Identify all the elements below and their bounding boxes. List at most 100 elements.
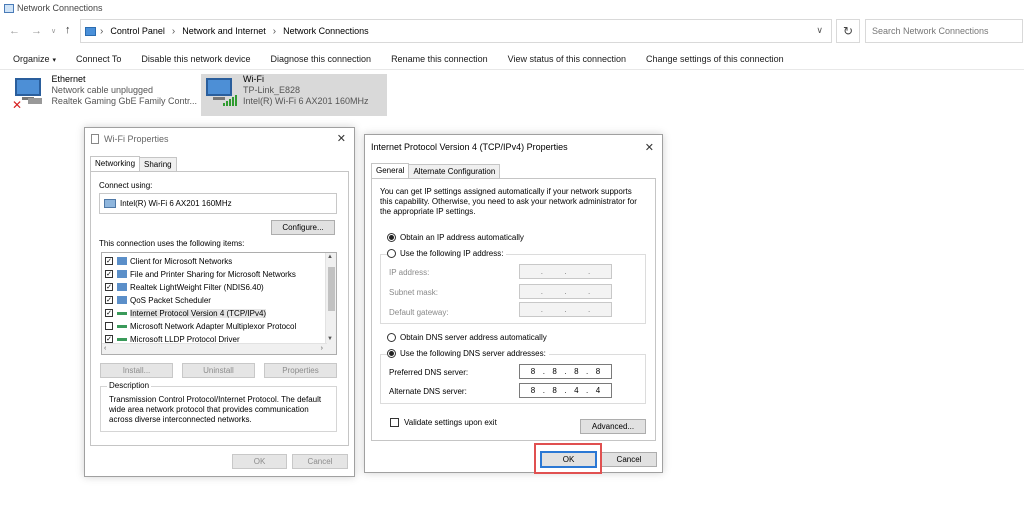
list-item[interactable]: ✓ QoS Packet Scheduler [105, 294, 211, 306]
wifi-cancel-button[interactable]: Cancel [292, 454, 348, 469]
advanced-button[interactable]: Advanced... [580, 419, 646, 434]
uninstall-button[interactable]: Uninstall [182, 363, 255, 378]
checkbox[interactable]: ✓ [105, 270, 113, 278]
vertical-scrollbar[interactable]: ▲ ▼ [325, 253, 336, 354]
list-item[interactable]: ✓ File and Printer Sharing for Microsoft… [105, 268, 296, 280]
connection-items-list[interactable]: ✓ Client for Microsoft Networks ✓ File a… [101, 252, 337, 355]
network-protocol-icon [117, 324, 127, 328]
connection-ethernet[interactable]: ✕ Ethernet Network cable unplugged Realt… [12, 74, 197, 116]
refresh-icon: ↻ [842, 24, 854, 38]
connection-name: Ethernet [51, 74, 86, 84]
network-service-icon [117, 296, 127, 304]
tab-alternate-configuration[interactable]: Alternate Configuration [408, 164, 501, 178]
install-button[interactable]: Install... [100, 363, 173, 378]
list-item[interactable]: ✓ Internet Protocol Version 4 (TCP/IPv4) [105, 307, 267, 319]
connection-status: TP-Link_E828 [243, 85, 301, 95]
breadcrumb-network-connections[interactable]: Network Connections [283, 26, 369, 36]
intro-text: You can get IP settings assigned automat… [380, 187, 637, 216]
description-label: Description [107, 381, 152, 390]
default-gateway-field: ... [519, 302, 612, 317]
ipv4-cancel-button[interactable]: Cancel [601, 452, 657, 467]
connection-adapter: Realtek Gaming GbE Family Contr... [51, 96, 197, 106]
scroll-down-icon[interactable]: ▼ [327, 336, 333, 342]
window-title-bar: Network Connections [0, 0, 1024, 16]
tab-general[interactable]: General [371, 163, 410, 178]
network-service-icon [117, 270, 127, 278]
connection-name: Wi-Fi [243, 74, 264, 84]
diagnose-button[interactable]: Diagnose this connection [270, 54, 371, 64]
chevron-down-icon: ▾ [52, 56, 57, 64]
obtain-dns-auto-radio[interactable]: Obtain DNS server address automatically [387, 333, 547, 342]
checkbox[interactable] [105, 322, 113, 330]
ok-highlight-frame [534, 443, 602, 474]
wifi-ok-button[interactable]: OK [232, 454, 287, 469]
close-icon[interactable]: ✕ [337, 132, 346, 145]
properties-button[interactable]: Properties [264, 363, 337, 378]
chevron-right-icon: › [100, 25, 104, 37]
dialog-title: Wi-Fi Properties [104, 134, 169, 144]
dialog-title-bar: Wi-Fi Properties ✕ [85, 128, 354, 150]
checkbox[interactable]: ✓ [105, 283, 113, 291]
connection-status: Network cable unplugged [51, 85, 154, 95]
disable-device-button[interactable]: Disable this network device [141, 54, 250, 64]
checkbox[interactable]: ✓ [105, 296, 113, 304]
subnet-mask-label: Subnet mask: [389, 288, 438, 297]
organize-menu[interactable]: Organize ▾ [13, 54, 56, 64]
list-item[interactable]: ✓ Client for Microsoft Networks [105, 255, 232, 267]
network-protocol-icon [117, 337, 127, 341]
tab-networking[interactable]: Networking [90, 156, 141, 171]
change-settings-button[interactable]: Change settings of this connection [646, 54, 784, 64]
subnet-mask-field: ... [519, 284, 612, 299]
validate-settings-checkbox[interactable]: Validate settings upon exit [390, 418, 497, 427]
ipv4-props-tabs: General Alternate Configuration [371, 163, 501, 179]
scroll-left-icon[interactable]: ‹ [104, 345, 106, 352]
use-following-ip-radio[interactable]: Use the following IP address: [387, 249, 507, 258]
preferred-dns-field[interactable]: 8. 8. 8. 8 [519, 364, 612, 379]
tab-sharing[interactable]: Sharing [139, 157, 177, 171]
wifi-properties-icon [91, 134, 99, 144]
ip-address-field: ... [519, 264, 612, 279]
scroll-thumb[interactable] [328, 267, 335, 311]
command-bar: Organize ▾ Connect To Disable this networ… [0, 48, 1024, 70]
breadcrumb-control-panel[interactable]: Control Panel [110, 26, 165, 36]
up-arrow-icon[interactable]: ↑ [65, 24, 71, 36]
network-service-icon [117, 283, 127, 291]
list-item[interactable]: Microsoft Network Adapter Multiplexor Pr… [105, 320, 296, 332]
breadcrumb-network-and-internet[interactable]: Network and Internet [182, 26, 266, 36]
obtain-ip-auto-radio[interactable]: Obtain an IP address automatically [387, 233, 524, 242]
connection-wifi[interactable]: Wi-Fi TP-Link_E828 Intel(R) Wi-Fi 6 AX20… [201, 74, 387, 116]
wifi-props-tabs: Networking Sharing [90, 156, 177, 172]
wifi-icon [203, 74, 239, 110]
disconnected-x-icon: ✕ [12, 98, 23, 112]
chevron-right-icon: › [171, 25, 176, 37]
alternate-dns-field[interactable]: 8. 8. 4. 4 [519, 383, 612, 398]
items-label: This connection uses the following items… [99, 239, 245, 248]
recent-locations-chevron-icon[interactable]: ∨ [51, 27, 56, 35]
use-following-dns-radio[interactable]: Use the following DNS server addresses: [387, 349, 549, 358]
back-arrow-icon[interactable]: ← [9, 25, 20, 37]
list-item[interactable]: ✓ Realtek LightWeight Filter (NDIS6.40) [105, 281, 264, 293]
checkbox[interactable]: ✓ [105, 309, 113, 317]
search-input[interactable]: Search Network Connections [865, 19, 1023, 43]
address-bar[interactable]: › Control Panel › Network and Internet ›… [80, 19, 832, 43]
checkbox[interactable]: ✓ [105, 335, 113, 343]
scroll-up-icon[interactable]: ▲ [327, 254, 333, 260]
description-text: Transmission Control Protocol/Internet P… [109, 395, 322, 424]
forward-arrow-icon[interactable]: → [31, 25, 42, 37]
connect-to-button[interactable]: Connect To [76, 54, 121, 64]
view-status-button[interactable]: View status of this connection [508, 54, 626, 64]
horizontal-scrollbar[interactable]: ‹ › [102, 343, 327, 354]
control-panel-icon [85, 26, 96, 36]
close-icon[interactable]: ✕ [645, 141, 654, 154]
window-title: Network Connections [17, 3, 103, 13]
rename-button[interactable]: Rename this connection [391, 54, 488, 64]
dialog-title-bar: Internet Protocol Version 4 (TCP/IPv4) P… [365, 135, 662, 159]
network-client-icon [117, 257, 127, 265]
network-adapter-icon [104, 199, 116, 208]
refresh-button[interactable]: ↻ [836, 19, 860, 43]
checkbox[interactable]: ✓ [105, 257, 113, 265]
network-protocol-icon [117, 311, 127, 315]
chevron-down-icon[interactable]: ∨ [816, 25, 823, 36]
configure-button[interactable]: Configure... [271, 220, 335, 235]
scroll-right-icon[interactable]: › [321, 345, 323, 352]
